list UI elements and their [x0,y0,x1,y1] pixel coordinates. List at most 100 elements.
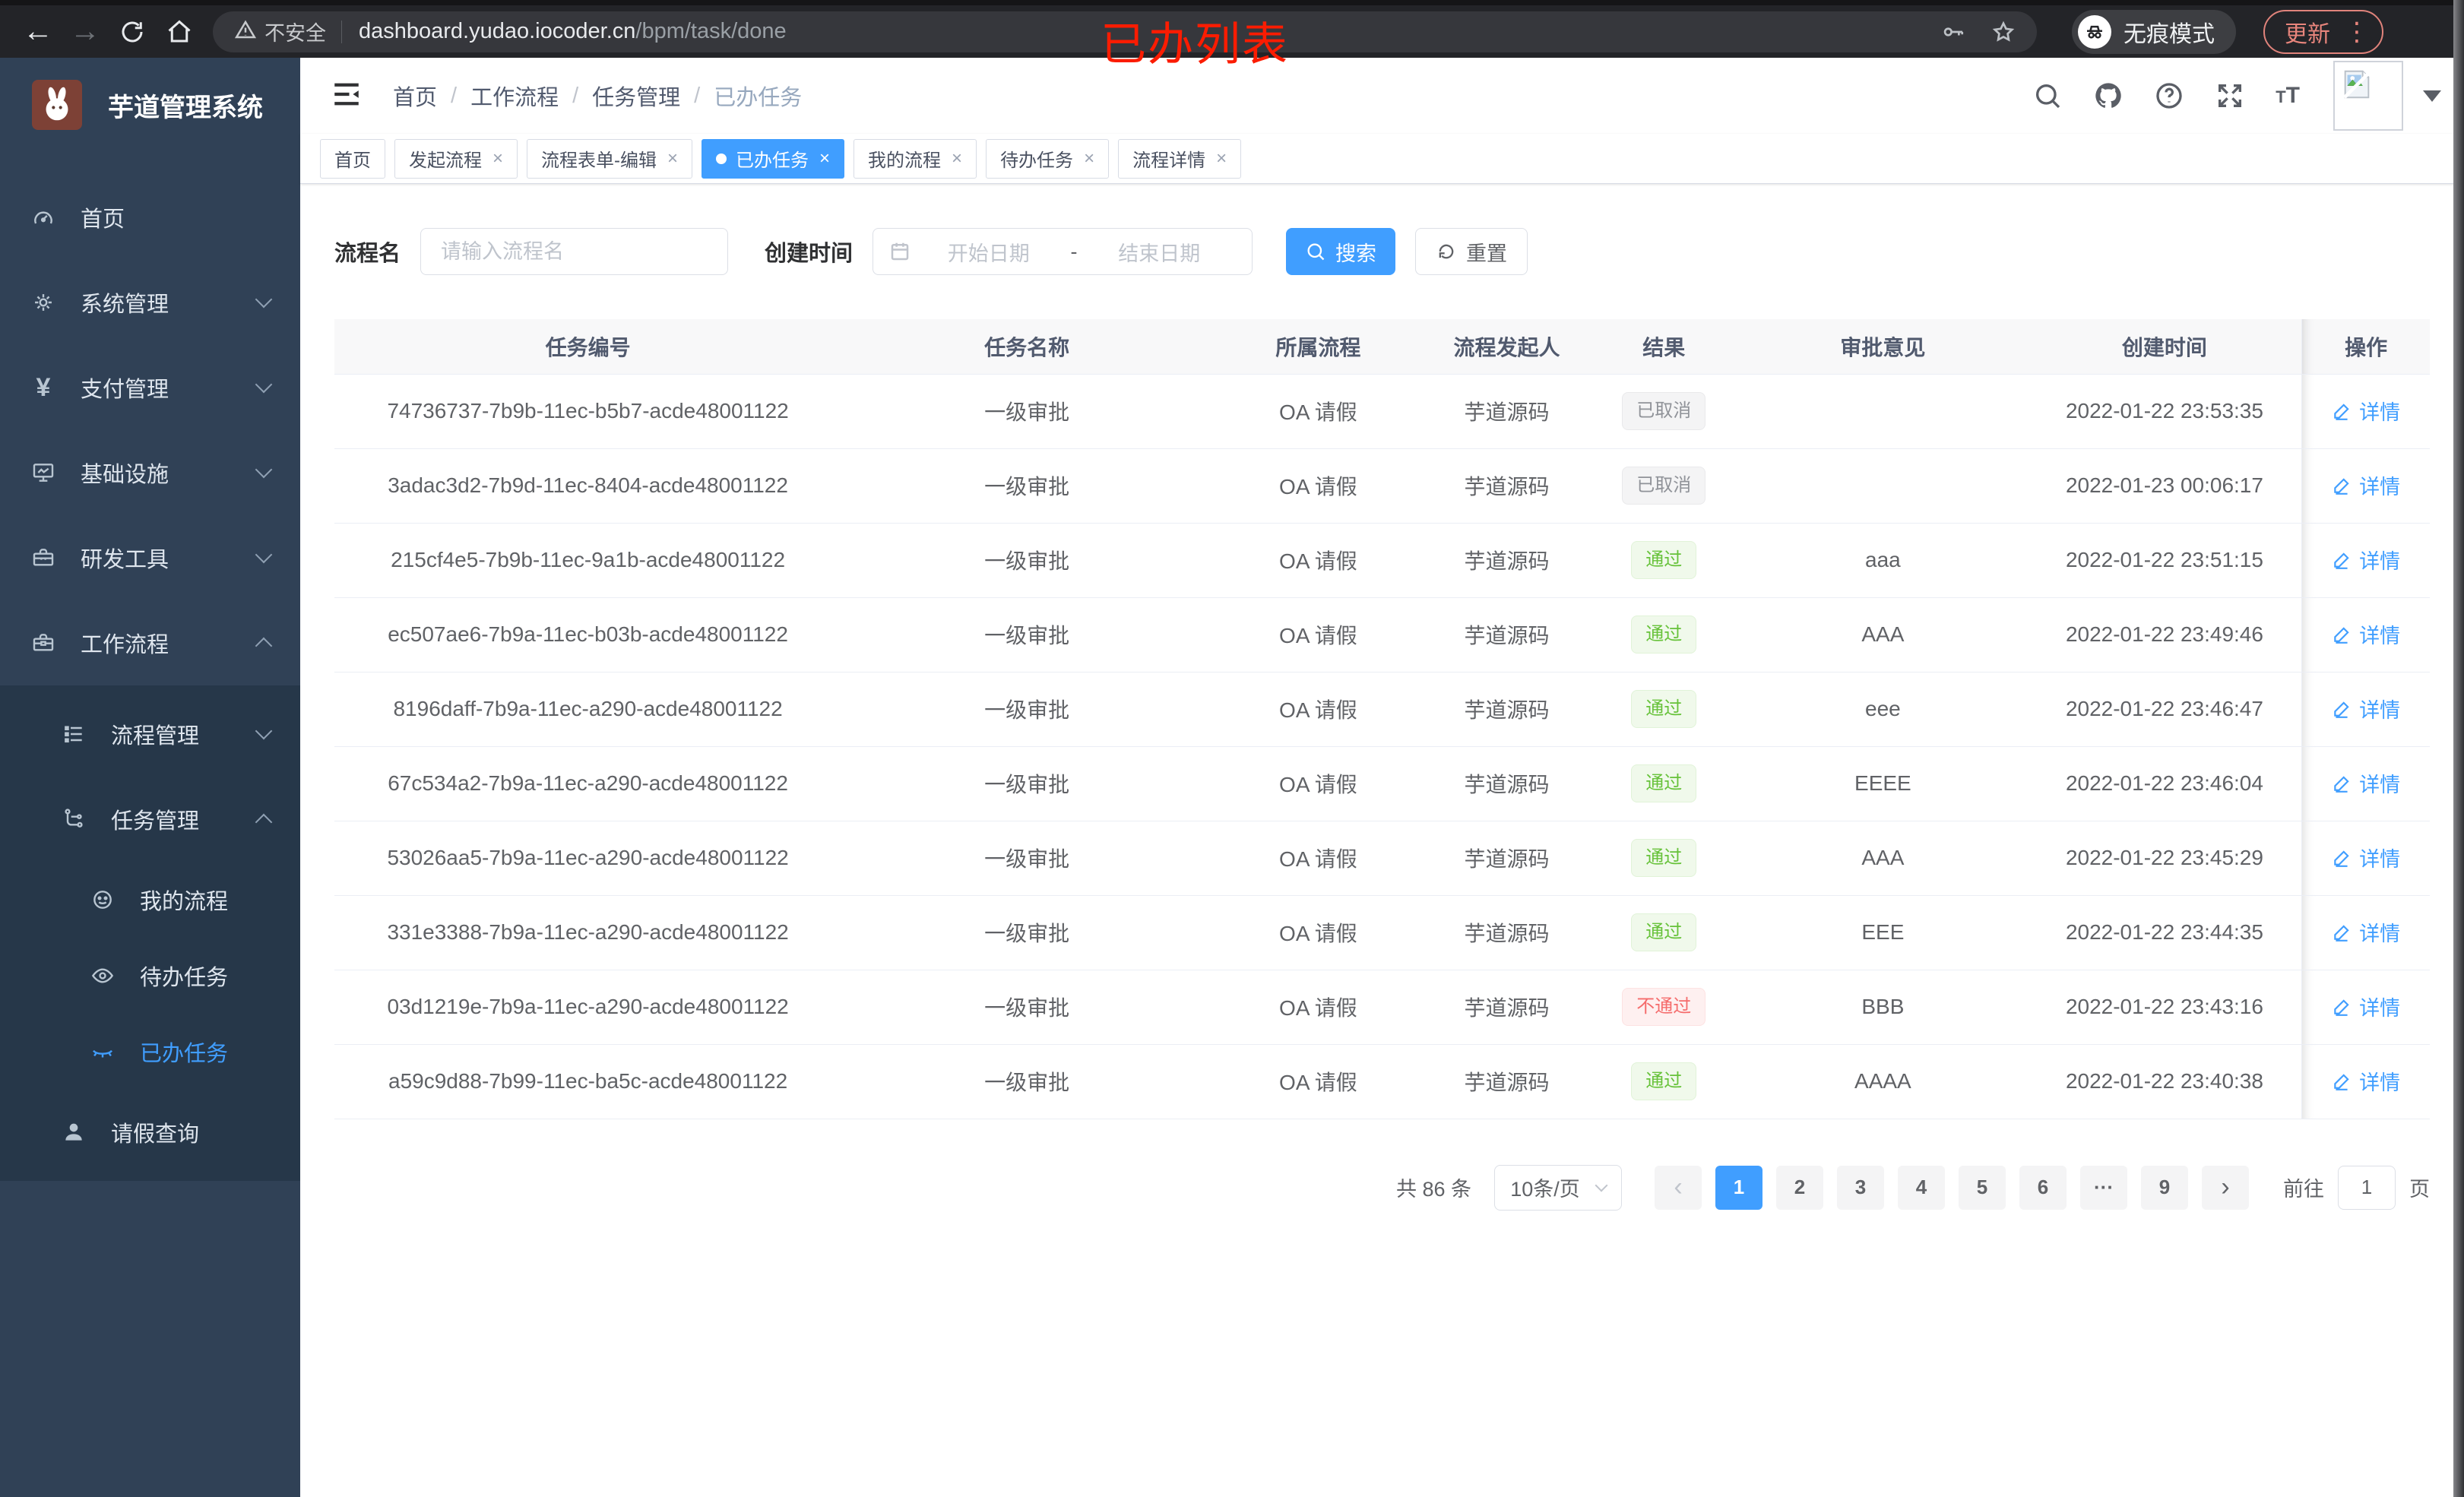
browser-menu-icon[interactable]: ⋮ [2344,17,2370,47]
sidebar-item-devtools[interactable]: 研发工具 [0,515,300,600]
page-button-9[interactable]: 9 [2141,1165,2188,1210]
page-button-5[interactable]: 5 [1959,1165,2006,1210]
page-button-4[interactable]: 4 [1898,1165,1945,1210]
chevron-down-icon [255,722,273,740]
calendar-icon [891,242,909,261]
reload-icon[interactable] [112,12,152,52]
breadcrumb-workflow[interactable]: 工作流程 [470,80,559,112]
bookmark-star-icon[interactable] [1991,20,2016,44]
forward-icon[interactable]: → [65,12,105,52]
result-badge: 已取消 [1622,392,1706,430]
active-dot [716,153,727,164]
detail-link[interactable]: 详情 [2332,694,2400,723]
sidebar-item-leave-query[interactable]: 请假查询 [0,1090,300,1175]
col-action: 操作 [2301,319,2430,375]
breadcrumb-task-management[interactable]: 任务管理 [592,80,680,112]
tab-start-process[interactable]: 发起流程 × [394,138,518,179]
result-badge: 通过 [1631,913,1697,951]
prev-page-button[interactable]: ‹ [1655,1165,1702,1210]
search-button[interactable]: 搜索 [1286,228,1396,275]
detail-link[interactable]: 详情 [2332,843,2400,872]
goto-page-input[interactable] [2338,1165,2396,1210]
sidebar-menu: 首页 系统管理 ¥ 支付管理 基础设施 研发工具 工作流程 流程管理 任务管理 … [0,175,300,1181]
process-name-input[interactable] [420,228,729,275]
help-icon[interactable] [2154,81,2184,111]
detail-link[interactable]: 详情 [2332,470,2400,500]
logo[interactable]: 芋道管理系统 [0,58,300,152]
sidebar-item-system[interactable]: 系统管理 [0,260,300,345]
sidebar-item-home[interactable]: 首页 [0,175,300,260]
back-icon[interactable]: ← [18,12,58,52]
table-row: 8196daff-7b9a-11ec-a290-acde48001122 一级审批… [334,672,2430,747]
tab-done-tasks[interactable]: 已办任务 × [702,138,845,179]
tab-home[interactable]: 首页 [320,138,385,179]
window-scrollbar[interactable] [2453,0,2464,1497]
tab-my-process[interactable]: 我的流程 × [854,138,977,179]
sidebar-collapse-icon[interactable] [331,78,363,114]
result-badge: 通过 [1631,764,1697,802]
update-button[interactable]: 更新 ⋮ [2263,9,2383,54]
reset-button[interactable]: 重置 [1415,228,1528,275]
sidebar-item-payment[interactable]: ¥ 支付管理 [0,345,300,430]
sidebar-item-task-management[interactable]: 任务管理 [0,777,300,862]
close-icon[interactable]: × [952,148,962,169]
tab-process-detail[interactable]: 流程详情 × [1118,138,1242,179]
sidebar-item-done-tasks[interactable]: 已办任务 [0,1014,300,1090]
result-badge: 不通过 [1622,988,1706,1026]
page-size-select[interactable]: 10条/页 [1494,1164,1622,1211]
close-icon[interactable]: × [1216,148,1227,169]
font-size-icon[interactable]: TT [2276,83,2300,109]
edit-icon [2334,999,2349,1016]
tab-form-edit[interactable]: 流程表单-编辑 × [527,138,693,179]
edit-icon [2334,850,2349,867]
sidebar-item-process-management[interactable]: 流程管理 [0,692,300,777]
detail-link[interactable]: 详情 [2332,396,2400,426]
close-icon[interactable]: × [819,148,830,169]
date-range-picker[interactable]: 开始日期 - 结束日期 [873,228,1253,275]
table-row: 03d1219e-7b9a-11ec-a290-acde48001122 一级审批… [334,970,2430,1045]
key-icon[interactable] [1941,20,1965,44]
sidebar-item-my-process[interactable]: 我的流程 [0,862,300,938]
edit-icon [2334,776,2349,793]
security-label[interactable]: 不安全 [264,17,326,46]
page-button-6[interactable]: 6 [2019,1165,2067,1210]
result-badge: 通过 [1631,541,1697,579]
table-row: 67c534a2-7b9a-11ec-a290-acde48001122 一级审批… [334,746,2430,821]
caret-down-icon[interactable] [2423,90,2441,102]
sidebar-item-workflow[interactable]: 工作流程 [0,600,300,685]
detail-link[interactable]: 详情 [2332,545,2400,574]
breadcrumb-home[interactable]: 首页 [393,80,437,112]
home-icon[interactable] [160,12,199,52]
url-divider [341,20,342,43]
sidebar-item-infrastructure[interactable]: 基础设施 [0,430,300,515]
page-button-3[interactable]: 3 [1837,1165,1884,1210]
sidebar-item-todo-tasks[interactable]: 待办任务 [0,938,300,1014]
close-icon[interactable]: × [492,148,503,169]
page-button-2[interactable]: 2 [1776,1165,1823,1210]
detail-link[interactable]: 详情 [2332,992,2400,1021]
end-date-placeholder[interactable]: 结束日期 [1082,237,1237,267]
tags-view: 首页 发起流程 × 流程表单-编辑 × 已办任务 × 我的流程 × 待办任务 × 流程详情… [300,134,2464,184]
pagination-more-button[interactable]: ··· [2080,1165,2127,1210]
start-date-placeholder[interactable]: 开始日期 [911,237,1066,267]
incognito-label: 无痕模式 [2124,21,2215,47]
chevron-down-icon [255,460,273,479]
github-icon[interactable] [2093,81,2124,111]
eye-icon [90,963,116,989]
avatar[interactable] [2333,61,2403,131]
detail-link[interactable]: 详情 [2332,619,2400,649]
fullscreen-icon[interactable] [2215,81,2245,111]
col-starter: 流程发起人 [1424,319,1590,375]
close-icon[interactable]: × [667,148,678,169]
detail-link[interactable]: 详情 [2332,917,2400,947]
close-icon[interactable]: × [1084,148,1094,169]
result-badge: 通过 [1631,690,1697,728]
search-icon[interactable] [2032,81,2063,111]
chevron-down-icon [255,290,273,309]
filter-form: 流程名 创建时间 开始日期 - 结束日期 搜索 [334,228,2430,275]
tab-todo-tasks[interactable]: 待办任务 × [986,138,1110,179]
next-page-button[interactable]: › [2202,1165,2249,1210]
detail-link[interactable]: 详情 [2332,768,2400,798]
page-button-1[interactable]: 1 [1715,1165,1762,1210]
detail-link[interactable]: 详情 [2332,1066,2400,1096]
